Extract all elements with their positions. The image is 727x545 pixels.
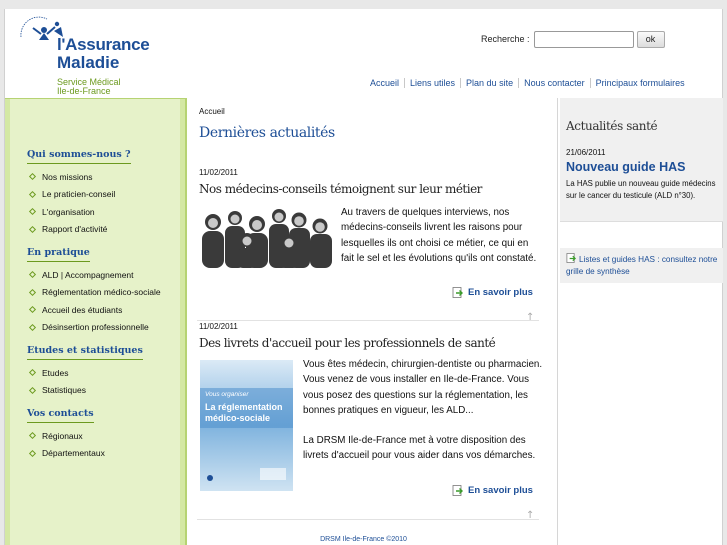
top-nav: Accueil Liens utiles Plan du site Nous c… xyxy=(365,78,690,88)
diamond-bullet-icon xyxy=(28,190,37,198)
sidebar-item-desinsertion[interactable]: Désinsertion professionnelle xyxy=(27,319,161,337)
news-title[interactable]: Nos médecins-conseils témoignent sur leu… xyxy=(199,182,482,196)
sidebar: Qui sommes-nous ? Nos missions Le pratic… xyxy=(5,98,187,545)
nav-nous-contacter[interactable]: Nous contacter xyxy=(518,78,590,88)
doctors-group-photo xyxy=(199,206,332,268)
diamond-bullet-icon xyxy=(28,369,37,377)
breadcrumb[interactable]: Accueil xyxy=(199,107,225,116)
content-frame: l'Assurance Maladie Service Médical Ile-… xyxy=(4,9,723,545)
sidebar-item-accueil-etudiants[interactable]: Accueil des étudiants xyxy=(27,301,161,319)
right-column: Actualités santé 21/06/2011 Nouveau guid… xyxy=(557,98,724,545)
search-form: Recherche : ok xyxy=(481,30,665,48)
news-summary-2: La DRSM Ile-de-France met à votre dispos… xyxy=(303,435,536,462)
health-news-heading: Actualités santé xyxy=(566,119,658,133)
cover-line-2: La réglementation xyxy=(205,402,283,412)
nav-plan-du-site[interactable]: Plan du site xyxy=(460,78,518,88)
sidebar-section-title[interactable]: En pratique xyxy=(27,247,90,262)
footer: DRSM Ile-de-France ©2010 xyxy=(320,536,407,543)
sidebar-item-praticien-conseil[interactable]: Le praticien-conseil xyxy=(27,186,131,204)
document-arrow-icon xyxy=(452,287,463,298)
page: l'Assurance Maladie Service Médical Ile-… xyxy=(0,0,727,545)
sidebar-item-departementaux[interactable]: Départementaux xyxy=(27,445,105,463)
sidebar-item-etudes[interactable]: Etudes xyxy=(27,364,143,382)
document-arrow-icon xyxy=(452,485,463,496)
news-separator xyxy=(197,519,539,520)
diamond-bullet-icon xyxy=(28,225,37,233)
news-title[interactable]: Des livrets d'accueil pour les professio… xyxy=(199,336,496,350)
booklet-cover-image: Vous organiser La réglementation médico-… xyxy=(200,360,293,491)
nav-accueil[interactable]: Accueil xyxy=(365,78,404,88)
nav-liens-utiles[interactable]: Liens utiles xyxy=(404,78,460,88)
diamond-bullet-icon xyxy=(28,208,37,216)
diamond-bullet-icon xyxy=(28,386,37,394)
document-arrow-icon xyxy=(566,253,576,263)
diamond-bullet-icon xyxy=(28,288,37,296)
brand-line-1: l'Assurance xyxy=(57,35,150,54)
page-title: Dernières actualités xyxy=(199,125,335,141)
sidebar-item-regionaux[interactable]: Régionaux xyxy=(27,427,105,445)
sidebar-section-qui-sommes-nous: Qui sommes-nous ? Nos missions Le pratic… xyxy=(27,142,131,238)
health-news-text: La HAS publie un nouveau guide médecins … xyxy=(566,179,716,200)
search-button[interactable]: ok xyxy=(636,30,665,48)
cover-line-3: médico-sociale xyxy=(205,413,270,423)
news-date: 11/02/2011 xyxy=(199,168,238,177)
sidebar-item-rapport-activite[interactable]: Rapport d'activité xyxy=(27,221,131,239)
diamond-bullet-icon xyxy=(28,306,37,314)
sidebar-section-contacts: Vos contacts Régionaux Départementaux xyxy=(27,401,105,462)
back-to-top-icon[interactable]: ↑ xyxy=(526,312,534,323)
news-date: 11/02/2011 xyxy=(199,322,238,331)
sidebar-section-title[interactable]: Etudes et statistiques xyxy=(27,345,143,360)
search-label: Recherche : xyxy=(481,34,530,44)
logo[interactable]: l'Assurance Maladie Service Médical Ile-… xyxy=(17,13,157,96)
health-news-link[interactable]: Nouveau guide HAS xyxy=(566,160,685,174)
read-more-link[interactable]: En savoir plus xyxy=(452,287,533,298)
news-separator xyxy=(197,320,539,321)
diamond-bullet-icon xyxy=(28,432,37,440)
news-summary: Vous êtes médecin, chirurgien-dentiste o… xyxy=(303,359,543,416)
cover-line-1: Vous organiser xyxy=(205,391,249,398)
search-input[interactable] xyxy=(533,30,634,48)
sidebar-item-nos-missions[interactable]: Nos missions xyxy=(27,168,131,186)
diamond-bullet-icon xyxy=(28,323,37,331)
nav-principaux-formulaires[interactable]: Principaux formulaires xyxy=(589,78,690,88)
read-more-link[interactable]: En savoir plus xyxy=(452,485,533,496)
diamond-bullet-icon xyxy=(28,271,37,279)
sidebar-item-statistiques[interactable]: Statistiques xyxy=(27,382,143,400)
sidebar-section-etudes: Etudes et statistiques Etudes Statistiqu… xyxy=(27,338,143,399)
region-name: Ile-de-France xyxy=(57,86,111,96)
diamond-bullet-icon xyxy=(28,173,37,181)
sidebar-item-ald[interactable]: ALD | Accompagnement xyxy=(27,266,161,284)
sidebar-section-title[interactable]: Qui sommes-nous ? xyxy=(27,149,131,164)
sidebar-section-en-pratique: En pratique ALD | Accompagnement Régleme… xyxy=(27,240,161,336)
sidebar-item-organisation[interactable]: L'organisation xyxy=(27,203,131,221)
brand-line-2: Maladie xyxy=(57,53,120,72)
has-guides-box[interactable]: Listes et guides HAS : consultez notre g… xyxy=(560,248,723,283)
health-news-box: Actualités santé 21/06/2011 Nouveau guid… xyxy=(560,98,723,222)
diamond-bullet-icon xyxy=(28,449,37,457)
health-news-date: 21/06/2011 xyxy=(566,148,606,157)
main-content: Accueil Dernières actualités 11/02/2011 … xyxy=(197,98,545,545)
sidebar-section-title[interactable]: Vos contacts xyxy=(27,408,94,423)
has-guides-link[interactable]: Listes et guides HAS : consultez notre g… xyxy=(566,253,720,278)
news-summary: Au travers de quelques interviews, nos m… xyxy=(341,207,537,264)
sidebar-item-reglementation[interactable]: Réglementation médico-sociale xyxy=(27,284,161,302)
